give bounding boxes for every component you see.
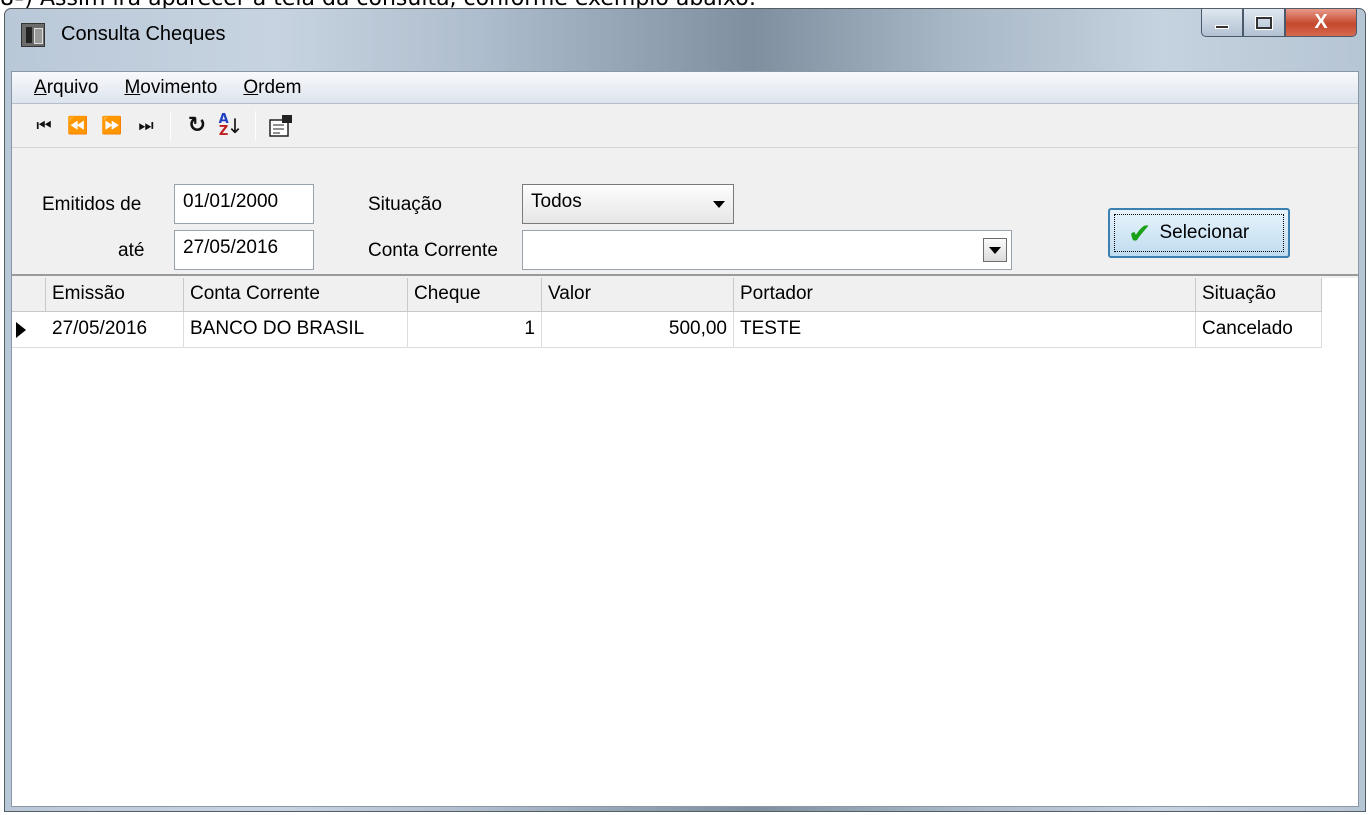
window-client-area: Arquivo Movimento Ordem ⏮ ⏪ ⏩ ⏭ ↻ A Z ↓ [11, 71, 1359, 807]
filter-panel: Emitidos de 01/01/2000 até 27/05/2016 Si… [12, 148, 1358, 276]
situacao-select[interactable]: Todos [522, 184, 734, 224]
refresh-icon[interactable]: ↻ [179, 109, 213, 143]
row-indicator [12, 312, 46, 348]
cell-valor[interactable]: 500,00 [542, 312, 734, 348]
minimize-button[interactable] [1201, 9, 1243, 37]
sort-z-letter: Z [218, 123, 228, 139]
current-row-arrow-icon [16, 322, 26, 338]
app-icon [21, 23, 45, 47]
menu-arquivo-label: rquivo [46, 76, 99, 98]
chevron-down-icon [989, 247, 1001, 254]
menu-movimento-mnemonic: M [124, 76, 141, 98]
conta-corrente-select[interactable] [522, 230, 1012, 270]
previous-record-icon[interactable]: ⏪ [60, 109, 94, 143]
cell-conta-corrente[interactable]: BANCO DO BRASIL [184, 312, 408, 348]
indicator-header [12, 278, 46, 312]
menu-movimento-label: ovimento [140, 76, 218, 98]
situacao-label: Situação [368, 194, 442, 215]
cell-emissao[interactable]: 27/05/2016 [46, 312, 184, 348]
close-button[interactable]: X [1285, 9, 1357, 37]
menu-bar: Arquivo Movimento Ordem [12, 72, 1358, 104]
menu-movimento[interactable]: Movimento [124, 77, 217, 99]
minimize-icon [1215, 24, 1229, 29]
last-record-icon[interactable]: ⏭ [128, 109, 162, 143]
ate-input[interactable]: 27/05/2016 [174, 230, 314, 270]
column-header-cheque[interactable]: Cheque [408, 278, 542, 312]
window-title: Consulta Cheques [61, 23, 226, 45]
situacao-selected-value: Todos [531, 191, 582, 212]
column-header-valor[interactable]: Valor [542, 278, 734, 312]
menu-ordem-mnemonic: O [243, 76, 259, 98]
next-record-icon[interactable]: ⏩ [94, 109, 128, 143]
properties-icon[interactable] [264, 109, 298, 143]
grid-header: Emissão Conta Corrente Cheque Valor Port… [12, 278, 1322, 312]
emitidos-de-input[interactable]: 01/01/2000 [174, 184, 314, 224]
first-record-icon[interactable]: ⏮ [26, 109, 60, 143]
sort-az-icon[interactable]: A Z ↓ [213, 109, 247, 143]
cell-cheque[interactable]: 1 [408, 312, 542, 348]
column-header-situacao[interactable]: Situação [1196, 278, 1322, 312]
cell-situacao[interactable]: Cancelado [1196, 312, 1322, 348]
consulta-cheques-window: Consulta Cheques X Arquivo Movimento Ord… [4, 8, 1366, 812]
focus-ring [1114, 214, 1284, 252]
toolbar: ⏮ ⏪ ⏩ ⏭ ↻ A Z ↓ [12, 104, 1358, 148]
conta-corrente-label: Conta Corrente [368, 240, 498, 261]
table-row[interactable]: 27/05/2016 BANCO DO BRASIL 1 500,00 TEST… [12, 312, 1322, 348]
conta-dropdown-button[interactable] [983, 238, 1007, 262]
column-header-conta-corrente[interactable]: Conta Corrente [184, 278, 408, 312]
column-header-portador[interactable]: Portador [734, 278, 1196, 312]
menu-ordem-label: rdem [258, 76, 302, 98]
sort-arrow: ↓ [226, 113, 244, 138]
cell-portador[interactable]: TESTE [734, 312, 1196, 348]
toolbar-separator [170, 110, 171, 141]
ate-label: até [118, 240, 145, 261]
toolbar-separator [255, 110, 256, 141]
cheques-grid[interactable]: Emissão Conta Corrente Cheque Valor Port… [12, 278, 1358, 806]
maximize-button[interactable] [1243, 9, 1285, 37]
maximize-icon [1255, 15, 1273, 30]
emitidos-de-label: Emitidos de [42, 194, 142, 215]
chevron-down-icon [713, 201, 725, 208]
column-header-emissao[interactable]: Emissão [46, 278, 184, 312]
menu-arquivo-mnemonic: A [34, 76, 47, 98]
selecionar-button[interactable]: ✔ Selecionar [1108, 208, 1290, 258]
menu-arquivo[interactable]: Arquivo [34, 77, 98, 99]
menu-ordem[interactable]: Ordem [243, 77, 301, 99]
window-controls: X [1201, 9, 1357, 39]
title-bar[interactable]: Consulta Cheques X [5, 9, 1365, 71]
